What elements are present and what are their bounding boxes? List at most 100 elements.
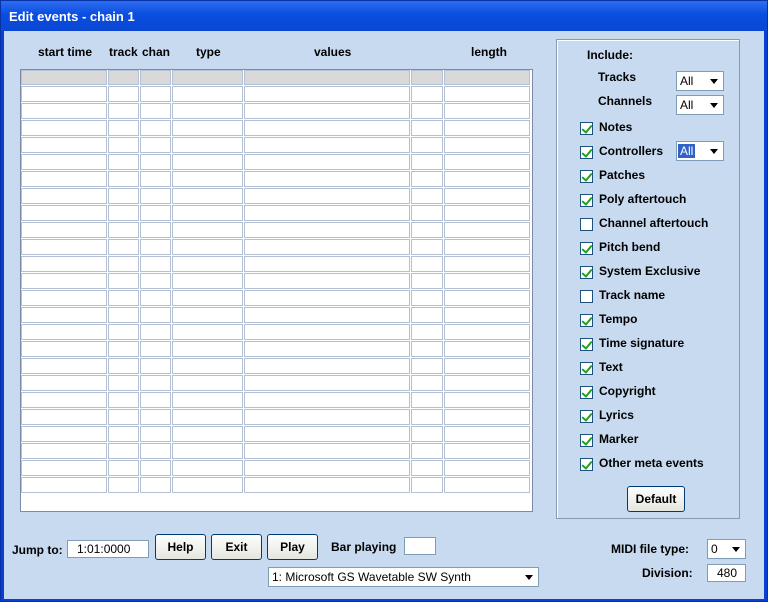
chevron-down-icon[interactable] — [728, 541, 744, 557]
grid-cell[interactable] — [444, 460, 530, 476]
grid-cell[interactable] — [244, 86, 410, 102]
grid-cell[interactable] — [244, 256, 410, 272]
grid-cell[interactable] — [21, 358, 107, 374]
grid-cell[interactable] — [140, 273, 171, 289]
grid-cell[interactable] — [108, 103, 139, 119]
grid-cell[interactable] — [21, 392, 107, 408]
checkbox-system-exclusive[interactable] — [580, 266, 593, 279]
grid-cell[interactable] — [411, 375, 443, 391]
grid-cell[interactable] — [444, 307, 530, 323]
grid-cell[interactable] — [411, 222, 443, 238]
grid-cell[interactable] — [411, 188, 443, 204]
grid-cell[interactable] — [411, 256, 443, 272]
grid-cell[interactable] — [21, 86, 107, 102]
grid-cell[interactable] — [244, 477, 410, 493]
grid-cell[interactable] — [244, 273, 410, 289]
grid-cell[interactable] — [244, 358, 410, 374]
grid-cell[interactable] — [172, 460, 243, 476]
events-grid[interactable] — [20, 69, 533, 512]
tracks-select[interactable]: All — [676, 71, 724, 91]
grid-cell[interactable] — [140, 375, 171, 391]
grid-cell[interactable] — [21, 460, 107, 476]
grid-cell[interactable] — [172, 188, 243, 204]
grid-cell[interactable] — [140, 120, 171, 136]
grid-cell[interactable] — [444, 171, 530, 187]
grid-cell[interactable] — [140, 222, 171, 238]
grid-cell[interactable] — [140, 392, 171, 408]
grid-cell[interactable] — [411, 341, 443, 357]
grid-cell[interactable] — [244, 460, 410, 476]
grid-cell[interactable] — [108, 205, 139, 221]
grid-cell[interactable] — [244, 205, 410, 221]
help-button[interactable]: Help — [155, 534, 206, 560]
grid-cell[interactable] — [444, 222, 530, 238]
grid-cell[interactable] — [108, 460, 139, 476]
grid-cell[interactable] — [21, 443, 107, 459]
checkbox-track-name[interactable] — [580, 290, 593, 303]
grid-cell[interactable] — [411, 358, 443, 374]
grid-cell[interactable] — [21, 409, 107, 425]
grid-cell[interactable] — [411, 443, 443, 459]
grid-cell[interactable] — [411, 290, 443, 306]
grid-cell[interactable] — [444, 358, 530, 374]
chevron-down-icon[interactable] — [706, 97, 722, 113]
grid-cell[interactable] — [444, 154, 530, 170]
chevron-down-icon[interactable] — [521, 569, 537, 585]
grid-cell[interactable] — [444, 120, 530, 136]
grid-cell[interactable] — [244, 324, 410, 340]
grid-cell[interactable] — [140, 86, 171, 102]
grid-cell[interactable] — [21, 222, 107, 238]
chevron-down-icon[interactable] — [706, 73, 722, 89]
grid-cell[interactable] — [244, 375, 410, 391]
grid-cell[interactable] — [244, 307, 410, 323]
grid-cell[interactable] — [108, 426, 139, 442]
grid-cell[interactable] — [244, 409, 410, 425]
grid-cell[interactable] — [140, 477, 171, 493]
grid-cell[interactable] — [108, 341, 139, 357]
grid-cell[interactable] — [172, 477, 243, 493]
checkbox-marker[interactable] — [580, 434, 593, 447]
grid-cell[interactable] — [108, 375, 139, 391]
grid-cell[interactable] — [411, 239, 443, 255]
grid-cell[interactable] — [172, 392, 243, 408]
grid-cell[interactable] — [444, 273, 530, 289]
grid-cell[interactable] — [21, 256, 107, 272]
checkbox-time-signature[interactable] — [580, 338, 593, 351]
grid-cell[interactable] — [444, 188, 530, 204]
grid-cell[interactable] — [244, 239, 410, 255]
grid-cell[interactable] — [444, 239, 530, 255]
grid-cell[interactable] — [21, 120, 107, 136]
grid-cell[interactable] — [140, 188, 171, 204]
grid-cell[interactable] — [411, 171, 443, 187]
grid-cell[interactable] — [108, 443, 139, 459]
grid-cell[interactable] — [172, 324, 243, 340]
grid-cell[interactable] — [172, 256, 243, 272]
checkbox-copyright[interactable] — [580, 386, 593, 399]
grid-cell[interactable] — [140, 256, 171, 272]
grid-cell[interactable] — [444, 341, 530, 357]
grid-cell[interactable] — [140, 154, 171, 170]
grid-cell[interactable] — [444, 443, 530, 459]
grid-cell[interactable] — [244, 426, 410, 442]
grid-cell[interactable] — [244, 222, 410, 238]
grid-cell[interactable] — [140, 358, 171, 374]
grid-cell[interactable] — [244, 290, 410, 306]
grid-cell[interactable] — [172, 137, 243, 153]
grid-cell[interactable] — [108, 154, 139, 170]
grid-cell[interactable] — [444, 409, 530, 425]
checkbox-patches[interactable] — [580, 170, 593, 183]
grid-cell[interactable] — [21, 273, 107, 289]
grid-cell[interactable] — [108, 273, 139, 289]
grid-cell[interactable] — [21, 205, 107, 221]
controllers-select[interactable]: All — [676, 141, 724, 161]
grid-cell[interactable] — [140, 426, 171, 442]
grid-cell[interactable] — [444, 426, 530, 442]
grid-cell[interactable] — [444, 86, 530, 102]
grid-cell[interactable] — [444, 392, 530, 408]
grid-cell[interactable] — [444, 324, 530, 340]
grid-cell[interactable] — [172, 290, 243, 306]
midi-file-type-select[interactable]: 0 — [707, 539, 746, 559]
grid-cell[interactable] — [411, 477, 443, 493]
division-input[interactable]: 480 — [707, 564, 746, 582]
grid-cell[interactable] — [108, 290, 139, 306]
